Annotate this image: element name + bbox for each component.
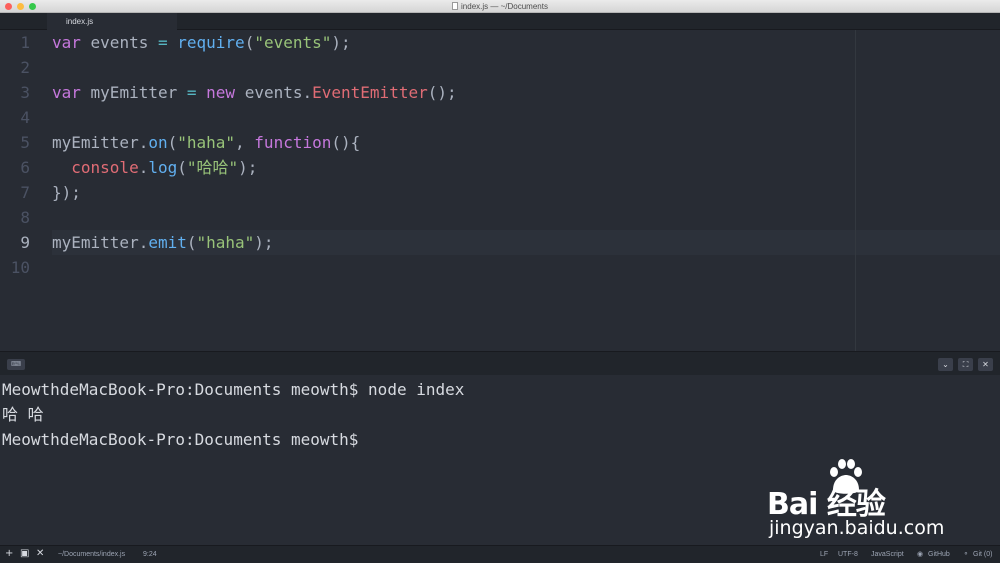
- code-token: =: [186, 83, 197, 102]
- tab-bar: index.js: [0, 13, 1000, 30]
- code-token: console: [71, 158, 139, 177]
- code-token: );: [238, 158, 258, 177]
- line-ending[interactable]: LF: [820, 546, 828, 563]
- line-number: 8: [20, 208, 30, 227]
- line-number: 1: [20, 33, 30, 52]
- maximize-terminal-button[interactable]: ⛶: [958, 358, 973, 371]
- code-token: log: [148, 158, 178, 177]
- code-line[interactable]: var myEmitter = new events.EventEmitter(…: [52, 80, 457, 105]
- code-token: myEmitter.: [52, 233, 149, 252]
- window-title: index.js — ~/Documents: [0, 1, 1000, 12]
- code-token: EventEmitter: [312, 83, 428, 102]
- window-title-text: index.js — ~/Documents: [461, 2, 548, 11]
- baidu-jingyan-watermark: Bai 经验 jingyan.baidu.com: [767, 457, 957, 542]
- code-editor[interactable]: 1 2 3 4 5 6 7 8 9 10 var events = require("events…: [0, 30, 1000, 351]
- code-token: myEmitter: [80, 83, 187, 102]
- code-token: );: [254, 233, 274, 252]
- document-icon: [452, 2, 459, 10]
- code-token: function: [254, 133, 332, 152]
- code-token: events.: [235, 83, 313, 102]
- git-label[interactable]: Git (0): [973, 546, 992, 563]
- terminal-line: MeowthdeMacBook-Pro:Documents meowth$: [2, 430, 359, 449]
- code-token: (){: [331, 133, 361, 152]
- watermark-url: jingyan.baidu.com: [769, 517, 945, 539]
- code-line[interactable]: console.log("哈哈");: [52, 155, 257, 180]
- code-token: (: [186, 233, 197, 252]
- code-token: =: [157, 33, 168, 52]
- code-token: ();: [427, 83, 457, 102]
- code-token: ,: [235, 133, 255, 152]
- code-token: });: [52, 183, 81, 202]
- code-token: new: [206, 83, 236, 102]
- code-token: (: [177, 158, 187, 177]
- status-bar: + ▣ ✕ ~/Documents/index.js 9:24 LF UTF-8…: [0, 545, 1000, 563]
- code-token: on: [148, 133, 168, 152]
- wrap-guide: [855, 30, 856, 351]
- tab-label: index.js: [66, 17, 94, 26]
- code-token: emit: [148, 233, 187, 252]
- code-token: require: [177, 33, 245, 52]
- add-terminal-icon[interactable]: +: [5, 546, 13, 562]
- code-token: events: [80, 33, 158, 52]
- code-token: var: [52, 83, 81, 102]
- code-token: .: [138, 158, 149, 177]
- code-token: "哈哈": [186, 158, 239, 177]
- cursor-position[interactable]: 9:24: [143, 546, 157, 563]
- line-number: 9: [20, 233, 30, 252]
- terminal-icon[interactable]: ⌨: [7, 359, 25, 370]
- code-token: (: [244, 33, 255, 52]
- tab-index-js[interactable]: index.js: [47, 13, 177, 30]
- grammar[interactable]: JavaScript: [871, 546, 904, 563]
- line-number: 4: [20, 108, 30, 127]
- code-token: "events": [254, 33, 332, 52]
- file-path[interactable]: ~/Documents/index.js: [58, 546, 125, 563]
- code-line[interactable]: myEmitter.on("haha", function(){: [52, 130, 360, 155]
- collapse-terminal-button[interactable]: ⌄: [938, 358, 953, 371]
- terminal-line: MeowthdeMacBook-Pro:Documents meowth$ no…: [2, 380, 465, 399]
- github-icon[interactable]: ◉: [917, 546, 923, 563]
- line-number: 10: [10, 258, 30, 277]
- line-number: 7: [20, 183, 30, 202]
- github-label[interactable]: GitHub: [928, 546, 950, 563]
- line-number: 2: [20, 58, 30, 77]
- code-token: );: [331, 33, 351, 52]
- code-line[interactable]: var events = require("events");: [52, 30, 351, 55]
- code-token: "haha": [177, 133, 236, 152]
- line-number: 6: [20, 158, 30, 177]
- code-token: "haha": [196, 233, 255, 252]
- terminal-line: 哈 哈: [2, 405, 44, 424]
- code-token: myEmitter.: [52, 133, 149, 152]
- close-terminal-button[interactable]: ✕: [978, 358, 993, 371]
- window-titlebar: index.js — ~/Documents: [0, 0, 1000, 13]
- code-token: (: [167, 133, 178, 152]
- encoding[interactable]: UTF-8: [838, 546, 858, 563]
- terminal-panel-header: ⌨ ⌄ ⛶ ✕: [0, 351, 1000, 375]
- code-token: var: [52, 33, 81, 52]
- line-number: 3: [20, 83, 30, 102]
- line-number: 5: [20, 133, 30, 152]
- terminal-toggle-icon[interactable]: ▣: [20, 546, 29, 562]
- code-line[interactable]: });: [52, 180, 81, 205]
- close-terminal-icon[interactable]: ✕: [36, 546, 44, 562]
- git-icon[interactable]: ⚬: [963, 546, 969, 563]
- code-line[interactable]: myEmitter.emit("haha");: [52, 230, 274, 255]
